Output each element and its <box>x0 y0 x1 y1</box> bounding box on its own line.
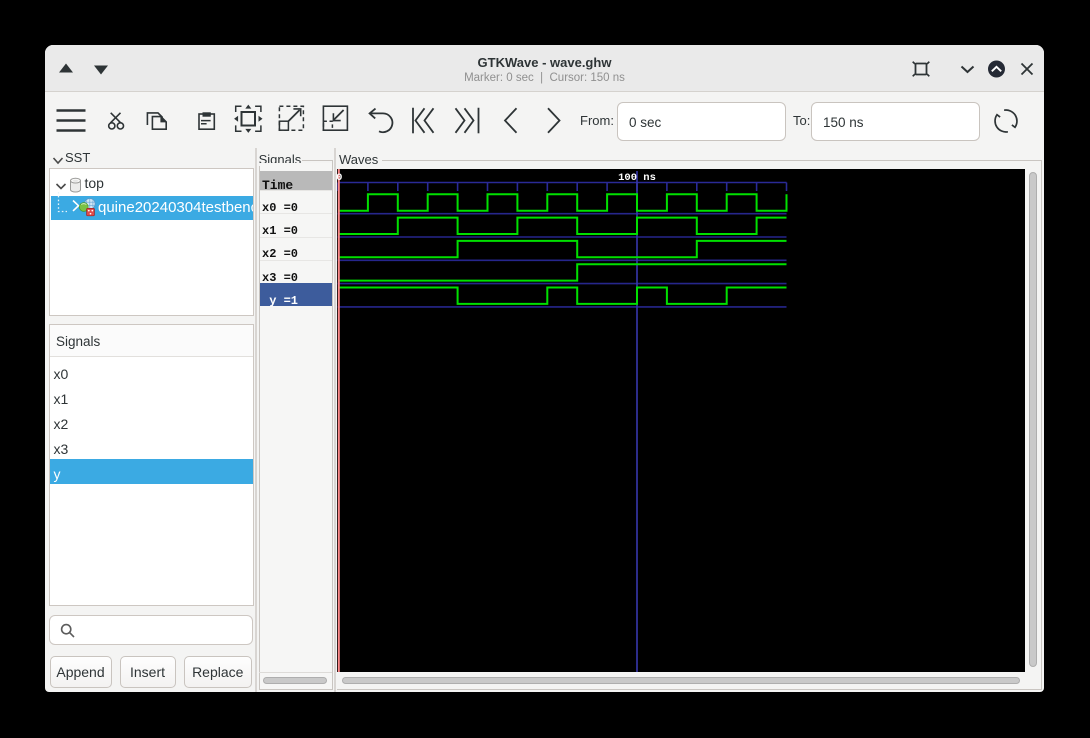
svg-text:0: 0 <box>337 172 342 184</box>
svg-text:100 ns: 100 ns <box>618 172 656 184</box>
